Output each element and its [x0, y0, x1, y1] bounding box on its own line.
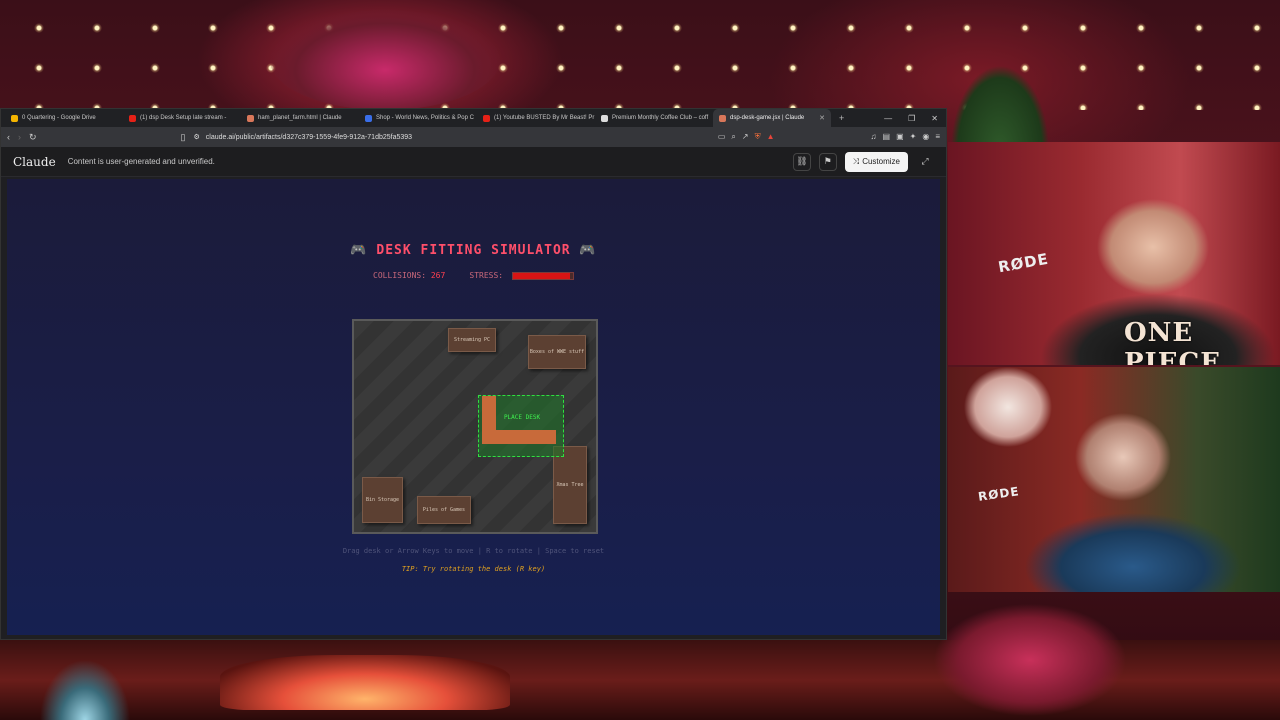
new-tab-icon[interactable]: +	[839, 113, 844, 123]
desk-piece[interactable]: PLACE DESK	[478, 395, 564, 457]
stress-bar-fill	[512, 272, 570, 279]
close-window-icon[interactable]: ✕	[931, 114, 938, 123]
browser-window: 0 Quartering - Google Drive (1) dsp Desk …	[0, 108, 947, 640]
browser-tab[interactable]: Shop - World News, Politics & Pop C	[359, 109, 477, 127]
window-controls: — ❐ ✕	[884, 114, 946, 123]
collisions-value: 267	[430, 271, 446, 280]
tab-favicon-icon	[11, 114, 18, 122]
link-icon[interactable]: ⛓	[792, 152, 811, 171]
puzzle-icon[interactable]: ✦	[910, 132, 917, 142]
game-title-text: DESK FITTING SIMULATOR	[376, 243, 571, 258]
piles-of-games: Piles of Games	[417, 496, 471, 524]
fire	[220, 655, 510, 710]
christmas-tree-left	[20, 640, 150, 720]
desk-segment-horizontal	[482, 430, 556, 444]
game-status: COLLISIONS: 267 STRESS:	[7, 271, 940, 280]
webcam-host-2: RØDE	[948, 367, 1280, 592]
streaming-pc: Streaming PC	[448, 328, 496, 352]
tab-close-icon[interactable]: ✕	[819, 114, 825, 122]
wallet-icon[interactable]: ▣	[896, 132, 904, 142]
customize-label: Customize	[862, 157, 900, 166]
content-notice: Content is user-generated and unverified…	[67, 157, 215, 166]
claude-logo[interactable]: Claude	[13, 155, 56, 169]
bin-storage: Bin Storage	[362, 477, 403, 523]
site-info-icon[interactable]: ⚙	[194, 133, 200, 141]
gamepad-icon: 🎮	[579, 243, 597, 258]
tab-favicon-icon	[247, 114, 254, 122]
menu-icon[interactable]: ≡	[935, 132, 940, 142]
browser-tab[interactable]: ham_planet_farm.html | Claude	[241, 109, 359, 127]
url-field[interactable]: ⚙ claude.ai/public/artifacts/d327c379-15…	[194, 133, 710, 142]
address-bar: ‹ › ↻ ▯ ⚙ claude.ai/public/artifacts/d32…	[1, 127, 946, 147]
shield-icon[interactable]: ⛨	[755, 132, 761, 142]
collisions-label: COLLISIONS:	[373, 271, 427, 280]
flower-wreath	[270, 10, 500, 110]
customize-button[interactable]: ⤨ Customize	[844, 151, 908, 172]
instructions: Drag desk or Arrow Keys to move | R to r…	[342, 547, 605, 555]
claude-header: Claude Content is user-generated and unv…	[1, 147, 946, 177]
tab-label: Premium Monthly Coffee Club – coff	[612, 115, 709, 121]
browser-tab[interactable]: (1) dsp Desk Setup late stream -	[123, 109, 241, 127]
microphone-brand: RØDE	[977, 484, 1021, 504]
flag-icon[interactable]: ⚑	[818, 152, 837, 171]
browser-tab[interactable]: (1) Youtube BUSTED By Mr Beast! Pr	[477, 109, 595, 127]
xmas-tree: Xmas Tree	[553, 446, 587, 524]
tab-favicon-icon	[483, 114, 490, 122]
string-lights	[0, 0, 1280, 110]
tab-label: ham_planet_farm.html | Claude	[258, 115, 342, 121]
tab-favicon-icon	[129, 114, 136, 122]
browser-tab[interactable]: 0 Quartering - Google Drive	[5, 109, 123, 127]
sweater-text: ONE PIECE	[1124, 318, 1222, 365]
tip-text: TIP: Try rotating the desk (R key)	[401, 565, 546, 573]
tab-label: Shop - World News, Politics & Pop C	[376, 115, 474, 121]
shuffle-icon: ⤨	[852, 156, 860, 166]
place-desk-label: PLACE DESK	[503, 414, 541, 421]
tab-label: dsp-desk-game.jsx | Claude	[730, 115, 805, 121]
extensions-bar: ▭ ⌕ ↗ ⛨ ▲ ♫ ▤ ▣ ✦ ◉ ≡	[718, 132, 940, 142]
fullscreen-icon[interactable]: ⤢	[916, 153, 934, 171]
zoom-icon[interactable]: ⌕	[731, 132, 735, 142]
forward-icon[interactable]: ›	[18, 132, 21, 142]
tab-favicon-icon	[601, 114, 608, 122]
tab-bar: 0 Quartering - Google Drive (1) dsp Desk …	[1, 109, 946, 127]
bookmark-icon[interactable]: ▯	[181, 132, 186, 143]
microphone-brand: RØDE	[996, 249, 1051, 277]
share-icon[interactable]: ↗	[742, 132, 749, 142]
extension-icon-1[interactable]: ♫	[871, 132, 877, 142]
game-title: 🎮 DESK FITTING SIMULATOR 🎮	[7, 243, 940, 258]
brave-rewards-icon[interactable]: ▲	[767, 132, 775, 142]
restore-icon[interactable]: ❐	[908, 114, 915, 123]
profile-icon[interactable]: ◉	[922, 132, 929, 142]
stress-bar	[511, 271, 574, 280]
cast-icon[interactable]: ▭	[718, 132, 726, 142]
boxes-of-wwe-stuff: Boxes of WWE stuff	[528, 335, 586, 369]
back-icon[interactable]: ‹	[7, 132, 10, 142]
minimize-icon[interactable]: —	[884, 114, 892, 123]
browser-tab[interactable]: dsp-desk-game.jsx | Claude ✕	[713, 109, 831, 127]
tab-label: (1) Youtube BUSTED By Mr Beast! Pr	[494, 115, 595, 121]
tab-label: 0 Quartering - Google Drive	[22, 115, 96, 121]
stress-label: STRESS:	[469, 271, 504, 280]
browser-tab[interactable]: Premium Monthly Coffee Club – coff	[595, 109, 713, 127]
reload-icon[interactable]: ↻	[29, 132, 37, 143]
tab-label: (1) dsp Desk Setup late stream -	[140, 115, 227, 121]
tab-favicon-icon	[365, 114, 372, 122]
webcam-empty	[948, 594, 1280, 720]
game-canvas: 🎮 DESK FITTING SIMULATOR 🎮 COLLISIONS: 2…	[7, 179, 940, 635]
gamepad-icon: 🎮	[350, 243, 368, 258]
url-text: claude.ai/public/artifacts/d327c379-1559…	[205, 133, 413, 141]
header-actions: ⛓ ⚑ ⤨ Customize ⤢	[792, 151, 934, 172]
sidebar-icon[interactable]: ▤	[883, 132, 891, 142]
webcam-host-1: RØDE ONE PIECE	[948, 142, 1280, 365]
tab-favicon-icon	[719, 114, 726, 122]
room-area[interactable]: Streaming PC Boxes of WWE stuff Xmas Tre…	[352, 319, 598, 534]
tab-list: 0 Quartering - Google Drive (1) dsp Desk …	[5, 109, 831, 127]
